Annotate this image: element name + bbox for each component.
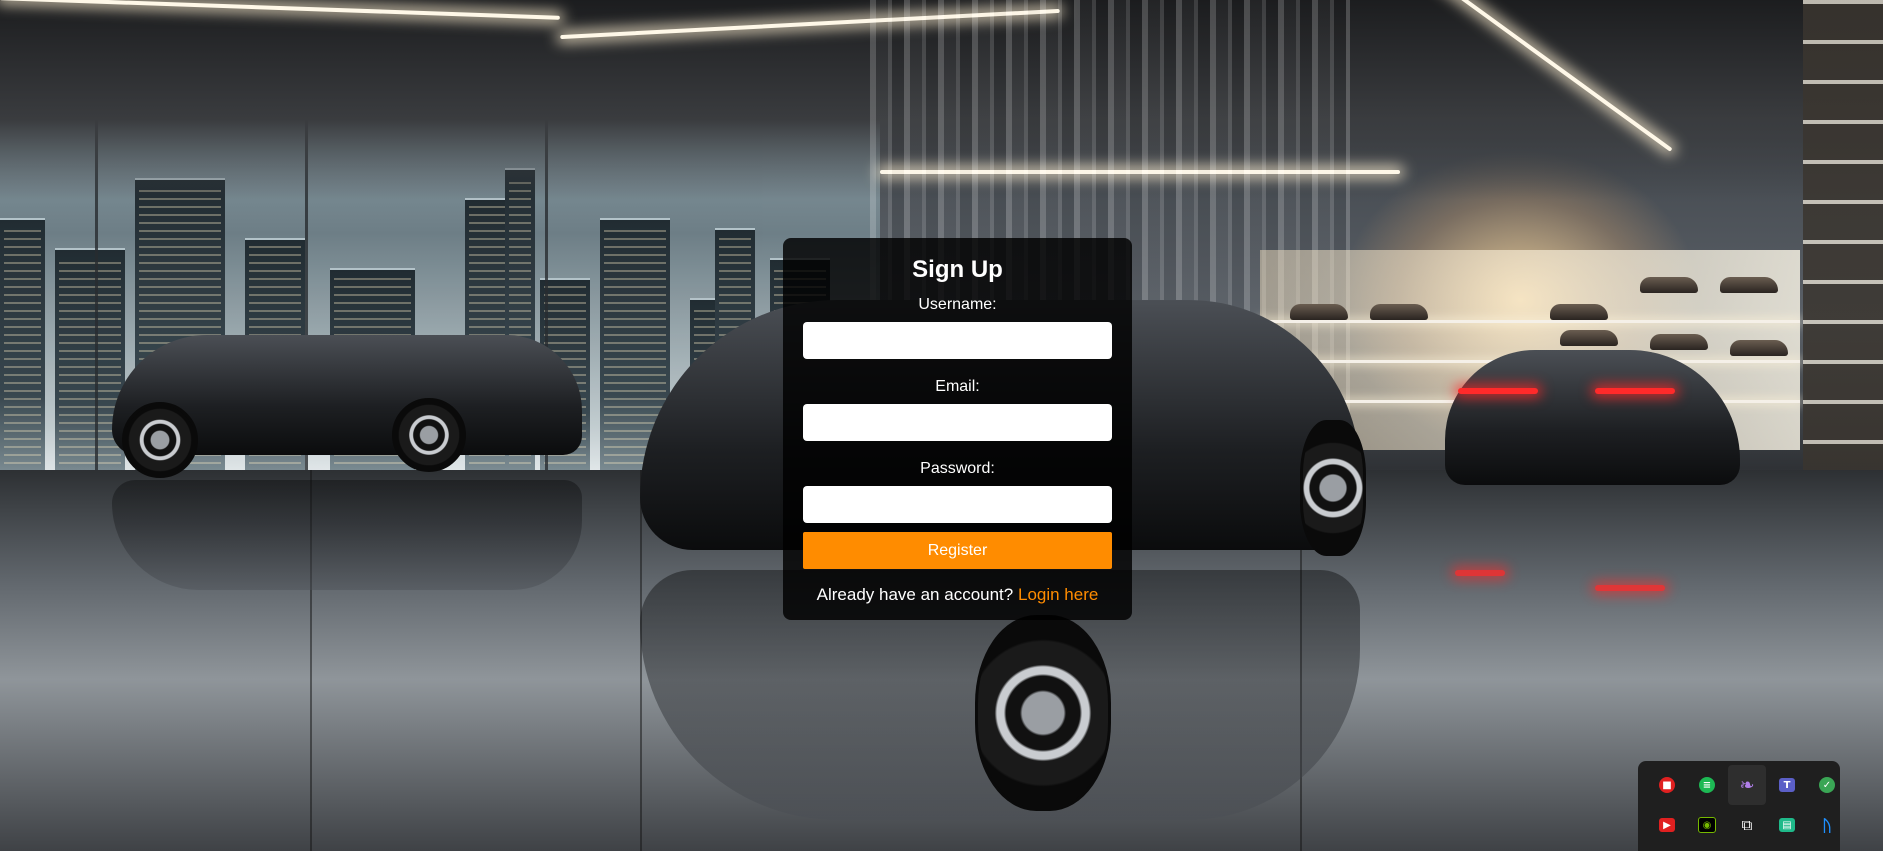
model-car — [1370, 304, 1428, 320]
spotify-icon: ≡ — [1699, 777, 1715, 793]
nvidia-icon: ◉ — [1698, 817, 1716, 833]
model-car — [1730, 340, 1788, 356]
tray-item-nvidia[interactable]: ◉ — [1688, 805, 1726, 845]
model-car — [1550, 304, 1608, 320]
model-car — [1290, 304, 1348, 320]
globe-status-icon: ✓ — [1819, 777, 1835, 793]
form-title: Sign Up — [912, 256, 1003, 283]
tray-item-feather[interactable]: ❧ — [1728, 765, 1766, 805]
green-app-icon: ▤ — [1779, 818, 1795, 832]
register-button[interactable]: Register — [803, 532, 1112, 569]
login-prompt-text: Already have an account? — [816, 585, 1014, 604]
teams-icon: T — [1779, 778, 1795, 792]
floor-seam — [640, 470, 642, 851]
tray-item-globe[interactable]: ✓ — [1808, 765, 1846, 805]
model-car — [1650, 334, 1708, 350]
tray-item-green-app[interactable]: ▤ — [1768, 805, 1806, 845]
tray-item-teams[interactable]: T — [1768, 765, 1806, 805]
copy-windows-icon: ⧉ — [1741, 816, 1753, 834]
car-wheel — [122, 402, 198, 478]
tray-item-red-app-2[interactable]: ▶ — [1648, 805, 1686, 845]
username-label: Username: — [918, 296, 997, 313]
model-car — [1560, 330, 1618, 346]
tail-light-reflection — [1455, 570, 1505, 576]
red-app-secondary-icon: ▶ — [1659, 818, 1675, 832]
tail-light — [1595, 388, 1675, 394]
system-tray-overflow: ■ ≡ ❧ T ✓ ▶ ◉ ⧉ ▤ ᚢ — [1638, 761, 1840, 851]
car-wheel — [392, 398, 466, 472]
tray-item-spotify[interactable]: ≡ — [1688, 765, 1726, 805]
feather-icon: ❧ — [1739, 774, 1755, 796]
skyline-building — [0, 218, 45, 470]
email-input[interactable] — [803, 404, 1112, 441]
bluetooth-icon: ᚢ — [1822, 815, 1832, 835]
login-link[interactable]: Login here — [1018, 585, 1098, 604]
password-input[interactable] — [803, 486, 1112, 523]
tray-item-red-app[interactable]: ■ — [1648, 765, 1686, 805]
shelf — [1260, 320, 1800, 323]
car-wheel — [975, 615, 1111, 811]
model-car — [1720, 277, 1778, 293]
car-wheel — [1300, 420, 1366, 556]
tray-item-copy[interactable]: ⧉ — [1728, 805, 1766, 845]
tray-item-bluetooth[interactable]: ᚢ — [1808, 805, 1846, 845]
red-app-icon: ■ — [1659, 777, 1675, 793]
left-car-reflection — [112, 480, 582, 590]
login-prompt: Already have an account? Login here — [803, 585, 1112, 605]
tail-light-reflection — [1595, 585, 1665, 591]
model-car — [1640, 277, 1698, 293]
signup-card: Sign Up Username: Email: Password: Regis… — [783, 238, 1132, 620]
tail-light — [1458, 388, 1538, 394]
email-label: Email: — [935, 378, 980, 395]
password-label: Password: — [920, 460, 995, 477]
username-input[interactable] — [803, 322, 1112, 359]
